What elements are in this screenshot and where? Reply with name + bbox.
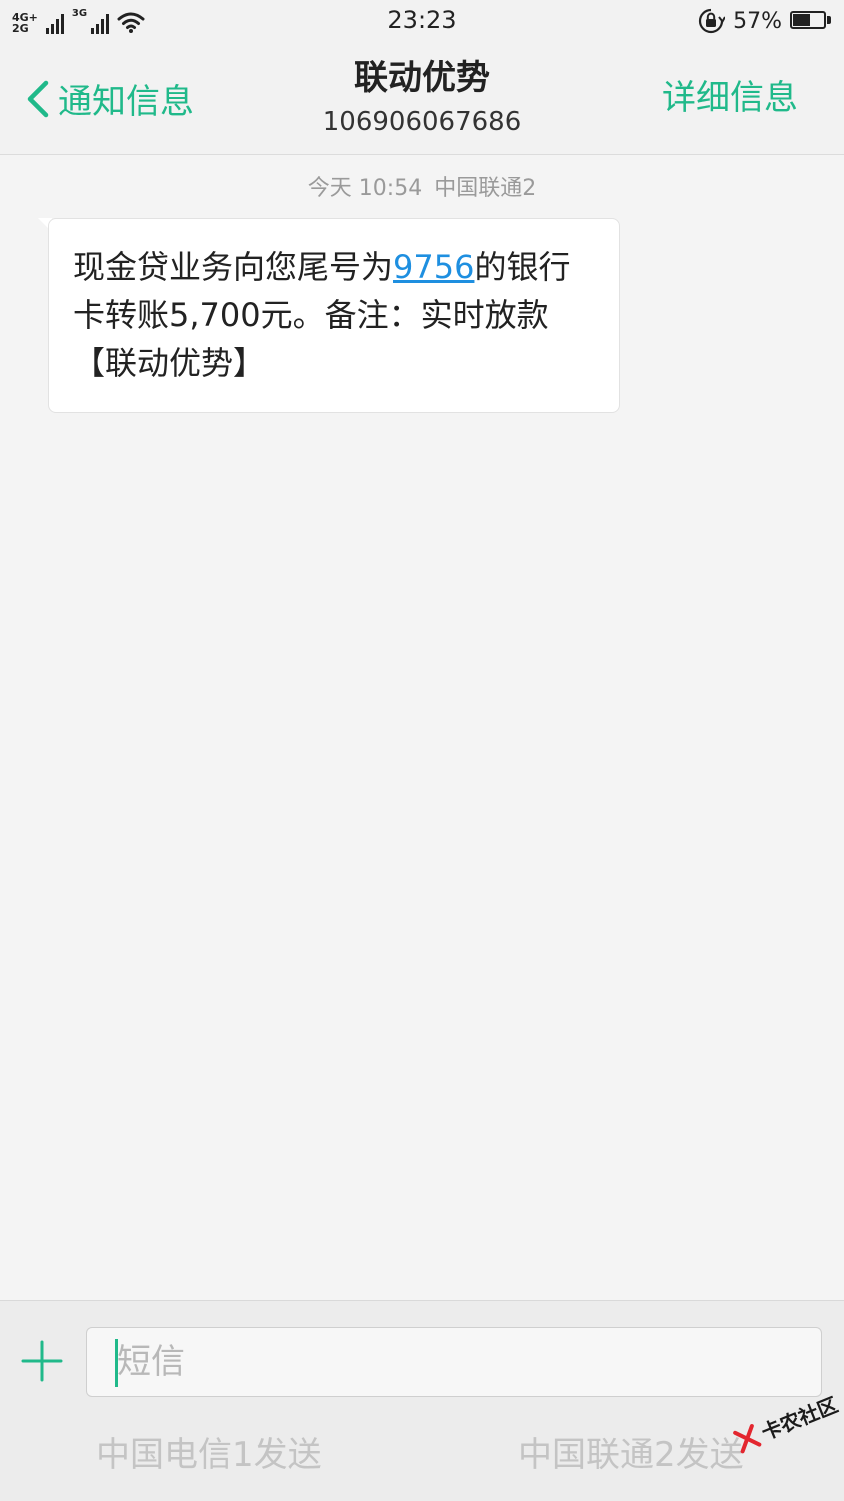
message-text-before: 现金贷业务向您尾号为 bbox=[73, 248, 394, 286]
send-sim1-button[interactable]: 中国电信1发送 bbox=[96, 1431, 322, 1479]
chevron-left-icon bbox=[27, 80, 49, 117]
rotation-lock-icon bbox=[699, 8, 726, 34]
text-cursor bbox=[115, 1339, 118, 1387]
message-timestamp: 今天 10:54 中国联通2 bbox=[0, 170, 844, 202]
card-number-link[interactable]: 9756 bbox=[393, 248, 474, 286]
back-button[interactable]: 通知信息 bbox=[24, 74, 194, 123]
status-right-icons: 57% bbox=[697, 7, 832, 35]
composer: 中国电信1发送 中国联通2发送 bbox=[0, 1300, 844, 1501]
message-date: 今天 10:54 bbox=[307, 176, 423, 201]
back-label: 通知信息 bbox=[58, 82, 194, 122]
details-button[interactable]: 详细信息 bbox=[662, 74, 798, 122]
contact-name: 联动优势 bbox=[354, 58, 490, 98]
sms-input[interactable] bbox=[86, 1327, 822, 1397]
contact-info: 联动优势 106906067686 bbox=[222, 54, 622, 140]
message-bubble[interactable]: 现金贷业务向您尾号为9756的银行卡转账5,700元。备注：实时放款【联动优势】 bbox=[48, 218, 620, 413]
send-sim2-button[interactable]: 中国联通2发送 bbox=[518, 1431, 744, 1479]
message-sim: 中国联通2 bbox=[434, 176, 537, 201]
conversation-header: 通知信息 联动优势 106906067686 详细信息 bbox=[0, 44, 844, 155]
battery-icon bbox=[790, 11, 832, 31]
contact-number: 106906067686 bbox=[322, 107, 522, 137]
plus-icon bbox=[21, 1340, 63, 1382]
battery-percent: 57% bbox=[733, 8, 782, 34]
add-attachment-button[interactable] bbox=[20, 1339, 64, 1383]
status-bar: 4G+ 2G 3G 23:23 57% bbox=[0, 0, 844, 44]
